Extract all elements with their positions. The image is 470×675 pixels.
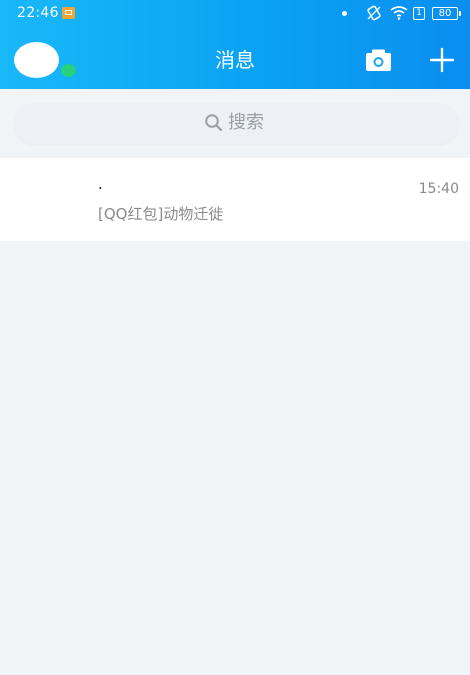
notification-icon: [62, 7, 75, 19]
conversation-name: .: [98, 175, 103, 193]
sim-icon: 1: [413, 7, 425, 20]
camera-icon[interactable]: [365, 48, 392, 72]
vibrate-icon: [367, 5, 381, 21]
page-title: 消息: [215, 48, 255, 72]
conversation-time: 15:40: [418, 181, 459, 197]
conversation-list: [0, 158, 470, 241]
plus-icon[interactable]: [429, 47, 455, 73]
top-bar: 22:46 1 80 消息: [0, 0, 470, 89]
search-placeholder: 搜索: [228, 112, 264, 133]
status-time: 22:46: [17, 5, 59, 21]
dot-icon: [342, 11, 347, 16]
search-icon: [205, 114, 223, 132]
battery-icon: 80: [432, 7, 461, 20]
status-bar: 22:46 1 80: [0, 0, 470, 28]
conversation-last-message: [QQ红包]动物迁徙: [98, 205, 224, 223]
wifi-icon: [390, 6, 408, 20]
